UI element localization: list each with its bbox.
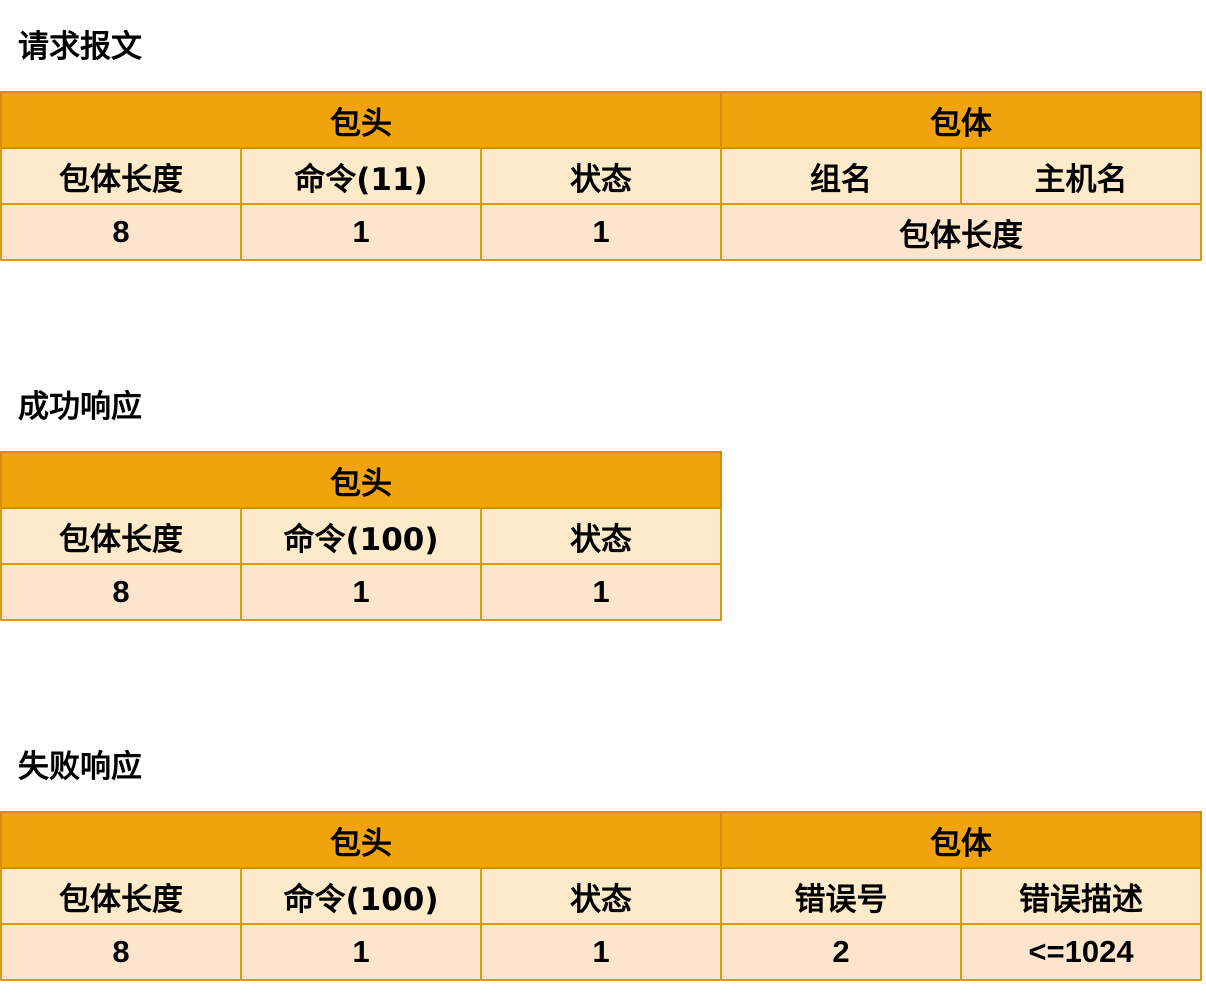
failure-response-table: 包头 包体 包体长度 命令(100) 状态 错误号 错误描述 8 1 1 2 <… <box>0 811 1203 981</box>
value-body-length: 8 <box>0 923 242 981</box>
value-error-description: <=1024 <box>960 923 1203 981</box>
value-row: 8 1 1 <box>0 563 723 621</box>
field-header-status: 状态 <box>479 147 723 205</box>
field-header-body-length: 包体长度 <box>0 507 242 565</box>
section-title-success-response: 成功响应 <box>18 389 142 425</box>
field-header-group-name: 组名 <box>720 147 963 205</box>
value-command: 1 <box>240 203 482 261</box>
value-row: 8 1 1 2 <=1024 <box>0 923 1203 981</box>
group-header-packet-body: 包体 <box>720 91 1203 149</box>
group-header-row: 包头 包体 <box>0 91 1203 149</box>
value-command: 1 <box>240 923 482 981</box>
field-header-command: 命令(100) <box>240 507 482 565</box>
success-response-table: 包头 包体长度 命令(100) 状态 8 1 1 <box>0 451 723 621</box>
field-header-row: 包体长度 命令(100) 状态 <box>0 507 723 565</box>
value-row: 8 1 1 包体长度 <box>0 203 1203 261</box>
field-header-status: 状态 <box>479 507 723 565</box>
value-error-code: 2 <box>720 923 963 981</box>
field-header-command: 命令(11) <box>240 147 482 205</box>
field-header-body-length: 包体长度 <box>0 867 242 925</box>
field-header-command: 命令(100) <box>240 867 482 925</box>
group-header-row: 包头 包体 <box>0 811 1203 869</box>
value-body-length: 8 <box>0 563 242 621</box>
field-header-error-code: 错误号 <box>720 867 963 925</box>
value-body-length: 8 <box>0 203 242 261</box>
group-header-packet-head: 包头 <box>0 91 723 149</box>
field-header-body-length: 包体长度 <box>0 147 242 205</box>
field-header-error-description: 错误描述 <box>960 867 1203 925</box>
group-header-packet-head: 包头 <box>0 811 723 869</box>
field-header-host-name: 主机名 <box>960 147 1203 205</box>
value-status: 1 <box>479 923 723 981</box>
field-header-status: 状态 <box>479 867 723 925</box>
value-status: 1 <box>479 203 723 261</box>
section-title-failure-response: 失败响应 <box>18 749 142 785</box>
value-command: 1 <box>240 563 482 621</box>
value-status: 1 <box>479 563 723 621</box>
section-title-request: 请求报文 <box>18 29 142 65</box>
group-header-row: 包头 <box>0 451 723 509</box>
request-packet-table: 包头 包体 包体长度 命令(11) 状态 组名 主机名 8 1 1 包体长度 <box>0 91 1203 261</box>
value-body-content: 包体长度 <box>720 203 1203 261</box>
field-header-row: 包体长度 命令(100) 状态 错误号 错误描述 <box>0 867 1203 925</box>
field-header-row: 包体长度 命令(11) 状态 组名 主机名 <box>0 147 1203 205</box>
group-header-packet-head: 包头 <box>0 451 723 509</box>
group-header-packet-body: 包体 <box>720 811 1203 869</box>
